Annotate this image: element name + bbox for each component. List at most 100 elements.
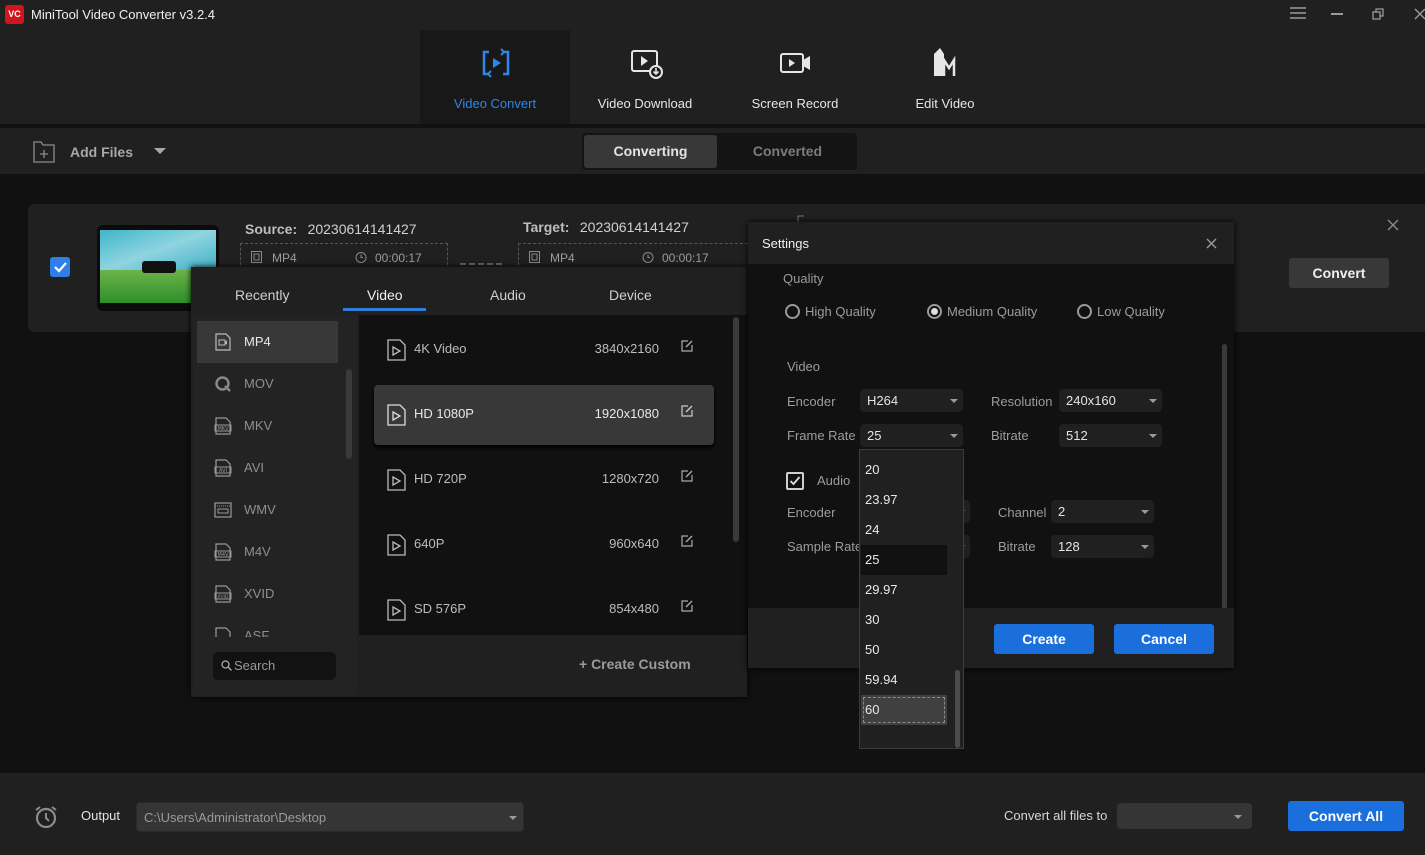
tab-recently[interactable]: Recently <box>235 287 289 303</box>
add-files-dropdown-icon[interactable] <box>154 148 166 154</box>
format-item-mp4[interactable]: MP4 <box>197 321 338 363</box>
remove-file-button[interactable] <box>1387 215 1399 236</box>
create-custom-button[interactable]: + Create Custom <box>579 656 691 672</box>
video-encoder-select[interactable]: H264 <box>860 389 963 412</box>
audio-bitrate-select[interactable]: 128 <box>1051 535 1154 558</box>
format-item-m4v[interactable]: M4V M4V <box>197 531 338 573</box>
format-item-xvid[interactable]: XVID XVID <box>197 573 338 615</box>
frame-rate-option[interactable]: 50 <box>861 635 947 665</box>
channel-select[interactable]: 2 <box>1051 500 1154 523</box>
preset-name: 4K Video <box>414 341 467 356</box>
preset-resolution: 1920x1080 <box>594 406 659 421</box>
frame-rate-option[interactable]: 29.97 <box>861 575 947 605</box>
format-item-wmv[interactable]: WMV <box>197 489 338 531</box>
tab-converted[interactable]: Converted <box>721 135 854 168</box>
settings-close-button[interactable] <box>1206 234 1217 254</box>
preset-item[interactable]: 640P 960x640 <box>374 515 714 575</box>
frame-rate-option-current[interactable]: 25 <box>861 545 947 575</box>
frame-rate-option[interactable]: 59.94 <box>861 665 947 695</box>
tab-video[interactable]: Video <box>367 287 403 303</box>
nav-tab-video-convert[interactable]: Video Convert <box>420 30 570 124</box>
bottom-bar: Output C:\Users\Administrator\Desktop Co… <box>0 773 1425 855</box>
close-window-button[interactable] <box>1405 4 1425 26</box>
radio-medium-quality[interactable] <box>927 304 942 319</box>
chevron-down-icon <box>1149 399 1157 403</box>
settings-scrollbar[interactable] <box>1222 344 1227 609</box>
format-label: MP4 <box>244 334 271 349</box>
preset-item[interactable]: HD 1080P 1920x1080 <box>374 385 714 445</box>
channel-label: Channel <box>998 505 1047 520</box>
output-label: Output <box>81 808 121 823</box>
output-path-select[interactable]: C:\Users\Administrator\Desktop <box>136 802 524 832</box>
convert-button[interactable]: Convert <box>1289 258 1389 288</box>
format-item-mkv[interactable]: MKV MKV <box>197 405 338 447</box>
edit-preset-icon[interactable] <box>681 600 693 612</box>
frame-rate-option-hover[interactable]: 60 <box>861 695 947 725</box>
edit-preset-icon[interactable] <box>681 470 693 482</box>
search-placeholder: Search <box>234 658 276 673</box>
edit-preset-icon[interactable] <box>681 535 693 547</box>
add-files-label: Add Files <box>70 144 134 160</box>
tab-device[interactable]: Device <box>609 287 652 303</box>
edit-video-icon <box>934 48 956 76</box>
checkmark-icon <box>54 262 67 273</box>
add-files-button[interactable]: Add Files <box>33 140 133 164</box>
preset-name: HD 720P <box>414 471 467 486</box>
create-button[interactable]: Create <box>994 624 1094 654</box>
medium-quality-label[interactable]: Medium Quality <box>947 304 1037 319</box>
frame-rate-option[interactable]: 20 <box>861 455 947 485</box>
preset-item[interactable]: 4K Video 3840x2160 <box>374 320 714 380</box>
menu-button[interactable] <box>1283 4 1313 26</box>
nav-tab-label: Video Convert <box>453 96 537 111</box>
chevron-down-icon <box>509 816 517 820</box>
format-search-input[interactable]: Search <box>213 652 336 680</box>
edit-preset-icon[interactable] <box>681 405 693 417</box>
preset-list-scrollbar[interactable] <box>733 317 739 542</box>
radio-low-quality[interactable] <box>1077 304 1092 319</box>
format-label: AVI <box>244 460 264 475</box>
mp4-file-icon <box>215 333 231 351</box>
nav-tab-screen-record[interactable]: Screen Record <box>720 30 870 124</box>
target-info: Target: 20230614141427 <box>523 219 689 237</box>
format-item-asf[interactable]: ASF <box>197 615 338 637</box>
convert-all-button[interactable]: Convert All <box>1288 801 1404 831</box>
chevron-down-icon <box>950 434 958 438</box>
nav-tab-video-download[interactable]: Video Download <box>570 30 720 124</box>
preset-resolution: 854x480 <box>609 601 659 616</box>
frame-rate-option[interactable]: 24 <box>861 515 947 545</box>
svg-text:M4V: M4V <box>218 552 229 558</box>
format-label: M4V <box>244 544 271 559</box>
format-item-avi[interactable]: AVI AVI <box>197 447 338 489</box>
video-file-icon <box>387 469 406 491</box>
audio-checkbox[interactable] <box>786 472 804 490</box>
minimize-button[interactable] <box>1322 4 1352 26</box>
file-checkbox[interactable] <box>50 257 70 277</box>
edit-preset-icon[interactable] <box>681 340 693 352</box>
preset-item[interactable]: HD 720P 1280x720 <box>374 450 714 510</box>
nav-tab-edit-video[interactable]: Edit Video <box>870 30 1020 124</box>
restore-icon <box>1372 8 1384 20</box>
convert-all-format-select[interactable] <box>1117 803 1252 829</box>
high-quality-label[interactable]: High Quality <box>805 304 876 319</box>
video-bitrate-select[interactable]: 512 <box>1059 424 1162 447</box>
preset-item[interactable]: SD 576P 854x480 <box>374 580 714 635</box>
frame-rate-list-scrollbar[interactable] <box>955 670 960 748</box>
format-list: MP4 MOV MKV MKV AVI AVI WMV M4V M4V XVID… <box>193 315 357 695</box>
channel-value: 2 <box>1058 504 1066 519</box>
audio-bitrate-value: 128 <box>1058 539 1080 554</box>
tab-converting[interactable]: Converting <box>584 135 717 168</box>
format-list-scrollbar[interactable] <box>346 369 352 459</box>
schedule-clock-icon[interactable] <box>33 804 59 830</box>
cancel-button[interactable]: Cancel <box>1114 624 1214 654</box>
resolution-value: 240x160 <box>1066 393 1116 408</box>
format-item-mov[interactable]: MOV <box>197 363 338 405</box>
frame-rate-select[interactable]: 25 <box>860 424 963 447</box>
resolution-select[interactable]: 240x160 <box>1059 389 1162 412</box>
frame-rate-option[interactable]: 30 <box>861 605 947 635</box>
frame-rate-option[interactable]: 23.97 <box>861 485 947 515</box>
low-quality-label[interactable]: Low Quality <box>1097 304 1165 319</box>
tab-audio[interactable]: Audio <box>490 287 526 303</box>
radio-high-quality[interactable] <box>785 304 800 319</box>
chevron-down-icon <box>1141 545 1149 549</box>
restore-button[interactable] <box>1363 4 1393 26</box>
